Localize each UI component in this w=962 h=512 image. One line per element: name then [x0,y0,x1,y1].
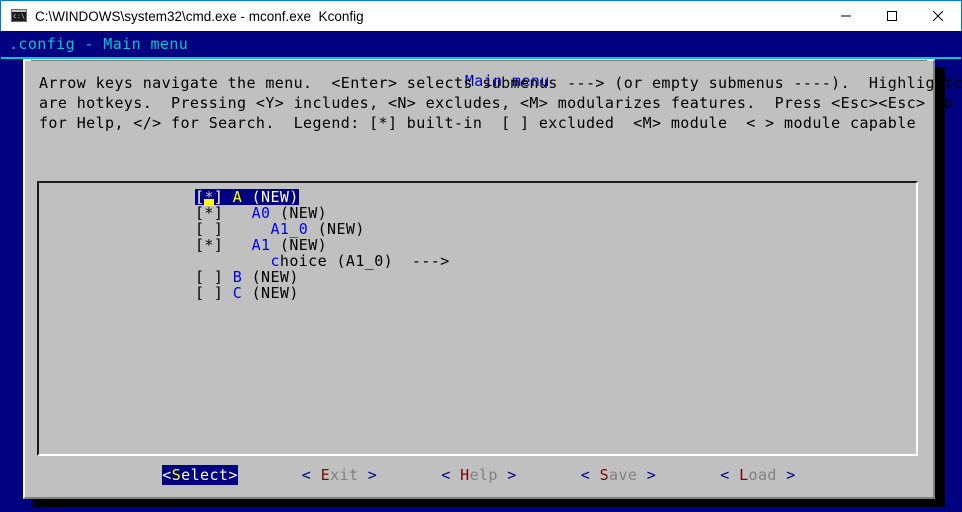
button-close-bracket: > [228,466,238,484]
menu-item-label: hoice (A1_0) ---> [279,252,450,270]
menu-item-c[interactable]: choice (A1_0) ---> [195,253,450,269]
console-icon[interactable]: c:\_ [11,8,29,24]
button-open-bracket: < [301,466,321,484]
menu-listbox[interactable]: [*] A (NEW) [*] A0 (NEW)[ ] A1_0 (NEW) [*]… [37,181,918,456]
save-button[interactable]: < Save > [581,465,656,485]
button-label: xit [330,466,359,484]
menu-item-list: [*] A (NEW) [*] A0 (NEW)[ ] A1_0 (NEW) [*]… [195,189,450,301]
load-button[interactable]: < Load > [720,465,795,485]
menu-item-hotkey: C [232,284,243,302]
button-hotkey: S [171,466,182,484]
maximize-button[interactable] [869,1,915,31]
button-hotkey: S [599,466,610,484]
exit-button[interactable]: < Exit > [302,465,377,485]
button-label: oad [748,466,777,484]
minimize-icon [841,15,851,17]
button-bar: <Select> < Exit > < Help > < Save > < Load > [25,465,933,485]
menu-item-label: (NEW) [242,284,299,302]
button-open-bracket: < [441,466,461,484]
menu-item-a[interactable]: [*] A (NEW) [195,189,299,206]
maximize-icon [887,11,897,21]
window-titlebar[interactable]: c:\_ C:\WINDOWS\system32\cmd.exe - mconf… [0,0,962,31]
menu-item-c[interactable]: [ ] C (NEW) [195,285,299,301]
button-hotkey: E [320,466,331,484]
button-hotkey: L [739,466,749,484]
menu-item-marker: [ ] [195,284,224,302]
button-label: elect [181,466,229,484]
button-close-bracket: > [497,466,517,484]
menu-item-b[interactable]: [ ] B (NEW) [195,269,299,285]
select-button[interactable]: <Select> [162,465,238,485]
help-text: Arrow keys navigate the menu. <Enter> se… [39,74,961,132]
menu-item-a1[interactable]: [*] A1 (NEW) [195,237,327,253]
console-area[interactable]: .config - Main menu Main menu Arrow keys… [1,31,961,511]
button-open-bracket: < [720,466,740,484]
minimize-button[interactable] [823,1,869,31]
main-menu-dialog: Main menu Arrow keys navigate the menu. … [23,59,961,499]
button-close-bracket: > [358,466,378,484]
button-open-bracket: < [162,466,172,484]
menu-item-a0[interactable]: [*] A0 (NEW) [195,205,327,221]
window-title: C:\WINDOWS\system32\cmd.exe - mconf.exe … [35,8,364,24]
button-open-bracket: < [580,466,600,484]
help-button[interactable]: < Help > [441,465,516,485]
close-icon [932,10,944,22]
button-close-bracket: > [776,466,796,484]
button-label: ave [609,466,638,484]
button-close-bracket: > [637,466,657,484]
close-button[interactable] [915,1,961,31]
menu-item-indent [223,284,232,302]
menu-item-a1_0[interactable]: [ ] A1_0 (NEW) [195,221,365,237]
button-label: elp [469,466,498,484]
button-hotkey: H [460,466,470,484]
